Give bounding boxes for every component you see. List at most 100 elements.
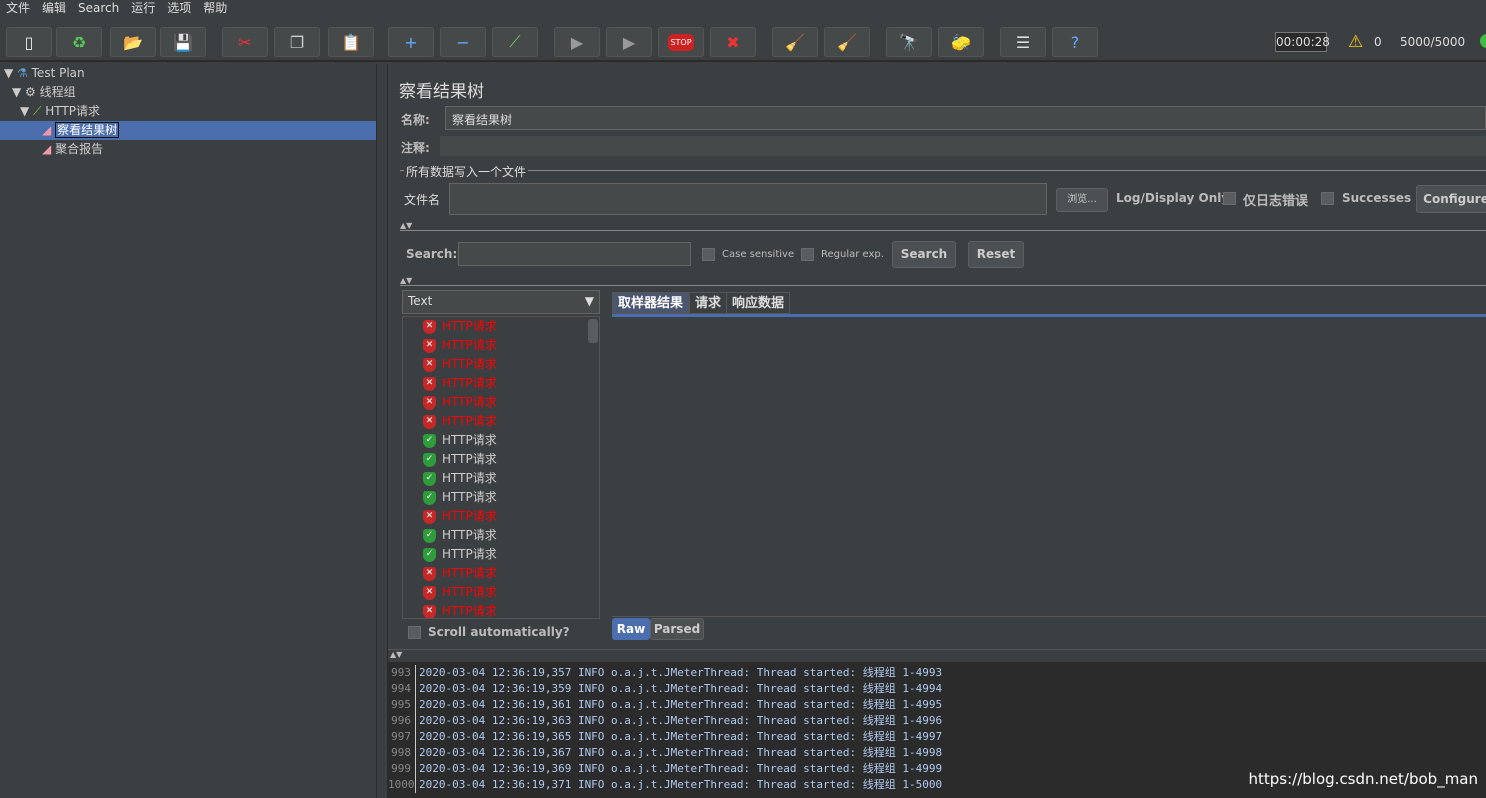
clear-all-button[interactable]: 🧹 <box>824 27 870 57</box>
cut-button[interactable]: ✂ <box>222 27 268 57</box>
copy-button[interactable]: ❐ <box>274 27 320 57</box>
line-number: 993 <box>388 665 416 681</box>
tree-node-test-plan[interactable]: ▼ ⚗ Test Plan <box>4 64 85 83</box>
function-helper-button[interactable]: ☰ <box>1000 27 1046 57</box>
result-item[interactable]: ✕ HTTP请求 <box>423 374 497 393</box>
result-item[interactable]: ✓ HTTP请求 <box>423 469 497 488</box>
warning-count: 0 <box>1374 35 1382 49</box>
reset-button[interactable]: Reset <box>968 241 1024 268</box>
case-sensitive-checkbox[interactable] <box>702 248 715 261</box>
scroll-automatically-checkbox[interactable] <box>408 626 421 639</box>
scrollbar-thumb[interactable] <box>588 319 598 343</box>
shutdown-icon: ✖ <box>726 32 740 52</box>
configure-button[interactable]: Configure <box>1416 185 1486 213</box>
result-item[interactable]: ✕ HTTP请求 <box>423 583 497 602</box>
expand-button[interactable]: + <box>388 27 434 57</box>
line-number: 994 <box>388 681 416 697</box>
line-number: 998 <box>388 745 416 761</box>
result-item[interactable]: ✓ HTTP请求 <box>423 450 497 469</box>
menu-item[interactable]: Search <box>72 0 125 18</box>
errors-only-label: 仅日志错误 <box>1243 194 1309 209</box>
collapse-button[interactable]: − <box>440 27 486 57</box>
start-no-pause-button[interactable]: ▶ <box>606 27 652 57</box>
open-button[interactable]: 📂 <box>110 27 156 57</box>
collapse-arrows[interactable]: ▲▼ <box>388 649 1486 661</box>
success-shield-icon: ✓ <box>423 547 436 562</box>
function-helper-icon: ☰ <box>1015 32 1031 52</box>
tree-node-aggregate-report[interactable]: ◢ 聚合报告 <box>42 140 103 159</box>
stop-button[interactable]: STOP <box>658 27 704 57</box>
expand-icon: + <box>404 32 418 52</box>
menu-item[interactable]: 帮助 <box>197 0 233 18</box>
tree-node-http-request[interactable]: ▼ ⟋ HTTP请求 <box>20 102 100 121</box>
split-pane-divider[interactable] <box>376 64 388 798</box>
log-text: 2020-03-04 12:36:19,365 INFO o.a.j.t.JMe… <box>419 730 943 743</box>
result-label: HTTP请求 <box>442 604 497 618</box>
search-button[interactable]: Search <box>892 241 956 268</box>
result-item[interactable]: ✓ HTTP请求 <box>423 431 497 450</box>
tree-node-thread-group[interactable]: ▼ ⚙ 线程组 <box>12 83 76 102</box>
result-item[interactable]: ✕ HTTP请求 <box>423 602 497 618</box>
reset-search-button[interactable]: 🧽 <box>938 27 984 57</box>
result-label: HTTP请求 <box>442 357 497 371</box>
case-sensitive-label: Case sensitive <box>722 249 795 260</box>
result-item[interactable]: ✕ HTTP请求 <box>423 355 497 374</box>
watermark: https://blog.csdn.net/bob_man <box>1248 770 1478 788</box>
line-number: 996 <box>388 713 416 729</box>
help-button[interactable]: ? <box>1052 27 1098 57</box>
toggle-icon: ⟋ <box>509 32 521 51</box>
templates-button[interactable]: ♻ <box>56 27 102 57</box>
tab-request[interactable]: 请求 <box>689 292 728 314</box>
errors-only-checkbox[interactable] <box>1223 192 1236 205</box>
collapse-arrows[interactable]: ▲▼ <box>400 276 1486 286</box>
cut-icon: ✂ <box>238 32 252 52</box>
comment-input[interactable] <box>440 136 1486 156</box>
toggle-button[interactable]: ⟋ <box>492 27 538 57</box>
menu-item[interactable]: 编辑 <box>36 0 72 18</box>
name-input[interactable]: 察看结果树 <box>445 106 1486 130</box>
paste-button[interactable]: 📋 <box>328 27 374 57</box>
result-item[interactable]: ✓ HTTP请求 <box>423 488 497 507</box>
clear-button[interactable]: 🧹 <box>772 27 818 57</box>
shutdown-button[interactable]: ✖ <box>710 27 756 57</box>
menu-item[interactable]: 文件 <box>0 0 36 18</box>
tab-response-data[interactable]: 响应数据 <box>726 292 791 314</box>
new-button[interactable]: ▯ <box>6 27 52 57</box>
result-item[interactable]: ✕ HTTP请求 <box>423 336 497 355</box>
warning-icon[interactable]: ⚠ <box>1348 32 1363 52</box>
result-item[interactable]: ✕ HTTP请求 <box>423 564 497 583</box>
result-item[interactable]: ✕ HTTP请求 <box>423 412 497 431</box>
search-button[interactable]: 🔭 <box>886 27 932 57</box>
tab-parsed[interactable]: Parsed <box>650 618 704 640</box>
filename-input[interactable] <box>449 183 1047 215</box>
menu-bar: 文件 编辑 Search 运行 选项 帮助 <box>0 0 1486 18</box>
start-button[interactable]: ▶ <box>554 27 600 57</box>
successes-checkbox[interactable] <box>1321 192 1334 205</box>
regex-checkbox[interactable] <box>801 248 814 261</box>
log-line: 999 2020-03-04 12:36:19,369 INFO o.a.j.t.… <box>388 761 942 777</box>
save-icon: 💾 <box>173 32 193 52</box>
page-title: 察看结果树 <box>399 82 484 102</box>
result-label: HTTP请求 <box>442 376 497 390</box>
menu-item[interactable]: 选项 <box>161 0 197 18</box>
chevron-down-icon: ▼ <box>584 294 594 308</box>
result-item[interactable]: ✕ HTTP请求 <box>423 317 497 336</box>
result-item[interactable]: ✕ HTTP请求 <box>423 507 497 526</box>
renderer-select[interactable]: Text ▼ <box>402 290 600 314</box>
tree-node-view-results-tree[interactable]: ◢ 察看结果树 <box>0 121 376 140</box>
collapse-arrows[interactable]: ▲▼ <box>400 221 1486 231</box>
line-number: 999 <box>388 761 416 777</box>
result-item[interactable]: ✓ HTTP请求 <box>423 545 497 564</box>
menu-item[interactable]: 运行 <box>125 0 161 18</box>
result-label: HTTP请求 <box>442 585 497 599</box>
error-shield-icon: ✕ <box>423 338 436 353</box>
result-item[interactable]: ✓ HTTP请求 <box>423 526 497 545</box>
listener-icon: ◢ <box>42 123 52 137</box>
tab-sampler-result[interactable]: 取样器结果 <box>612 292 690 314</box>
result-label: HTTP请求 <box>442 414 497 428</box>
browse-button[interactable]: 浏览... <box>1056 188 1108 212</box>
result-item[interactable]: ✕ HTTP请求 <box>423 393 497 412</box>
save-button[interactable]: 💾 <box>160 27 206 57</box>
search-input[interactable] <box>458 242 691 266</box>
tab-raw[interactable]: Raw <box>612 618 650 640</box>
